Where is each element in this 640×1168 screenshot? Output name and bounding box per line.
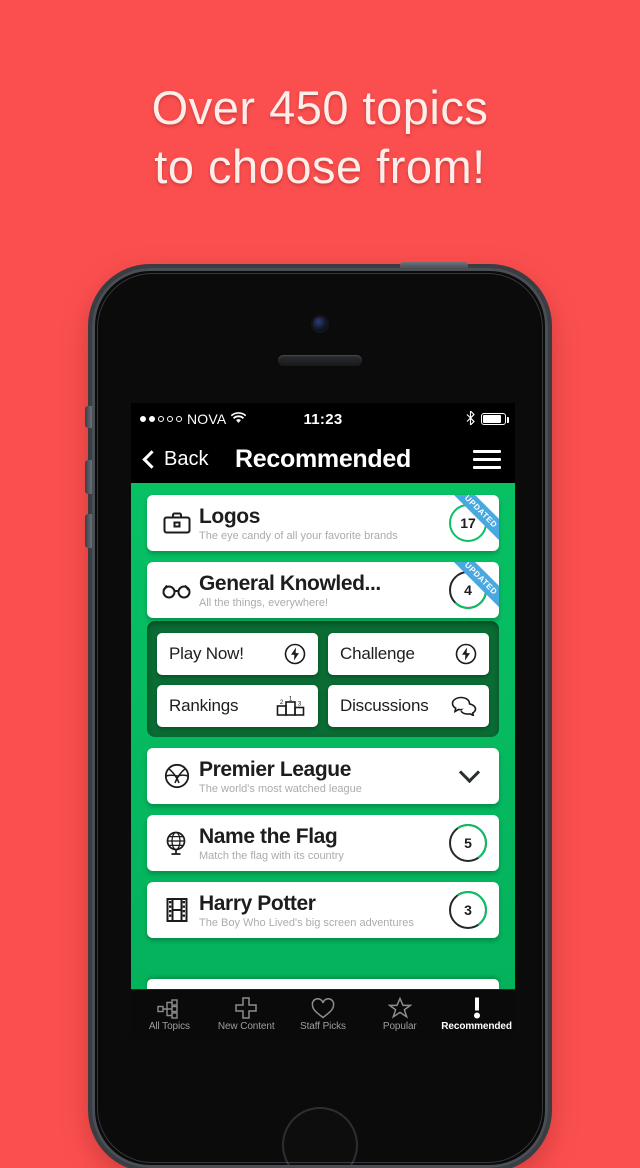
topic-subtitle: All the things, everywhere! (199, 596, 329, 609)
progress-badge[interactable]: 5 (445, 820, 491, 866)
volume-up-button[interactable] (85, 460, 92, 494)
topic-card-text: Logos The eye candy of all your favorite… (195, 505, 443, 542)
tab-label: Popular (382, 1021, 417, 1032)
glasses-icon (159, 581, 195, 599)
progress-badge[interactable]: 3 (445, 887, 491, 933)
phone-bezel: NOVA 11:23 Back Recommended Logos The ey… (92, 268, 548, 1168)
topic-subtitle: The eye candy of all your favorite brand… (199, 529, 398, 542)
volume-down-button[interactable] (85, 514, 92, 548)
heart-icon (311, 997, 335, 1019)
lightning-bolt-circle-icon (455, 643, 477, 665)
tab-label: All Topics (148, 1021, 190, 1032)
badge-count: 3 (464, 902, 472, 918)
play-now-button[interactable]: Play Now! (157, 633, 318, 675)
hierarchy-icon (157, 997, 181, 1019)
phone-mockup: NOVA 11:23 Back Recommended Logos The ey… (85, 262, 548, 1168)
action-row: Play Now! Challenge (157, 633, 489, 675)
headline-line-2: to choose from! (154, 140, 486, 193)
plus-icon (235, 997, 257, 1019)
tab-new-content[interactable]: New Content (208, 990, 285, 1039)
svg-text:1: 1 (289, 695, 293, 702)
badge-count: 4 (464, 582, 472, 598)
page-title: Recommended (235, 444, 411, 473)
tab-label: Staff Picks (300, 1021, 346, 1032)
navigation-bar: Back Recommended (131, 435, 515, 483)
bluetooth-icon (466, 410, 475, 428)
mute-switch[interactable] (85, 406, 92, 428)
podium-icon: 123 (276, 695, 306, 717)
action-row: Rankings 123 Discussions (157, 685, 489, 727)
topic-card-harry-potter[interactable]: Harry Potter The Boy Who Lived's big scr… (147, 882, 499, 938)
earpiece-speaker (278, 355, 362, 366)
topic-card-text: General Knowled... All the things, every… (195, 572, 443, 609)
phone-screen: NOVA 11:23 Back Recommended Logos The ey… (131, 403, 515, 1039)
chevron-down-icon[interactable] (458, 761, 481, 784)
headline-line-1: Over 450 topics (151, 81, 489, 134)
basketball-icon (159, 763, 195, 789)
home-button[interactable] (282, 1107, 358, 1165)
briefcase-icon (159, 511, 195, 535)
badge-count: 5 (464, 835, 472, 851)
topic-subtitle: The Boy Who Lived's big screen adventure… (199, 916, 414, 929)
topic-card-text: Premier League The world's most watched … (195, 758, 462, 795)
exclamation-icon (472, 997, 482, 1019)
topic-card-logos[interactable]: Logos The eye candy of all your favorite… (147, 495, 499, 551)
topic-card-name-the-flag[interactable]: Name the Flag Match the flag with its co… (147, 815, 499, 871)
speech-bubbles-icon (451, 696, 477, 716)
discussions-button[interactable]: Discussions (328, 685, 489, 727)
action-label: Challenge (340, 644, 415, 663)
lightning-bolt-circle-icon (284, 643, 306, 665)
topic-title: Harry Potter (199, 891, 316, 915)
topic-subtitle: The world's most watched league (199, 782, 362, 795)
tab-recommended[interactable]: Recommended (438, 990, 515, 1039)
action-label: Play Now! (169, 644, 244, 663)
status-bar-right (466, 410, 509, 428)
topic-title: Name the Flag (199, 824, 338, 848)
tab-all-topics[interactable]: All Topics (131, 990, 208, 1039)
topic-subtitle: Match the flag with its country (199, 849, 344, 862)
topic-title: General Knowled... (199, 571, 381, 595)
front-camera-icon (313, 317, 327, 331)
topic-card-premier-league[interactable]: Premier League The world's most watched … (147, 748, 499, 804)
next-card-peek[interactable] (147, 979, 499, 989)
star-icon (387, 997, 412, 1019)
topic-action-panel: Play Now! Challenge Rankings 1 2 3 Discu… (147, 621, 499, 737)
action-label: Discussions (340, 696, 429, 715)
tab-popular[interactable]: Popular (361, 990, 438, 1039)
tab-staff-picks[interactable]: Staff Picks (285, 990, 362, 1039)
topic-list[interactable]: Logos The eye candy of all your favorite… (131, 483, 515, 989)
topic-title: Logos (199, 504, 260, 528)
topic-card-text: Harry Potter The Boy Who Lived's big scr… (195, 892, 443, 929)
tab-label: Recommended (441, 1021, 512, 1032)
globe-icon (159, 830, 195, 856)
topic-title: Premier League (199, 757, 351, 781)
tab-bar: All Topics New Content Staff Picks Popul… (131, 989, 515, 1039)
hamburger-menu-icon[interactable] (473, 445, 501, 474)
battery-icon (481, 413, 509, 425)
promo-headline: Over 450 topics to choose from! (0, 78, 640, 196)
status-bar: NOVA 11:23 (131, 403, 515, 435)
clock-label: 11:23 (303, 410, 343, 428)
rankings-button[interactable]: Rankings 123 (157, 685, 318, 727)
topic-card-text: Name the Flag Match the flag with its co… (195, 825, 443, 862)
topic-card-general-knowledge[interactable]: General Knowled... All the things, every… (147, 562, 499, 618)
badge-count: 17 (460, 515, 476, 531)
tab-label: New Content (217, 1021, 275, 1032)
challenge-button[interactable]: Challenge (328, 633, 489, 675)
action-label: Rankings (169, 696, 239, 715)
svg-text:3: 3 (298, 702, 302, 708)
film-strip-icon (159, 897, 195, 923)
